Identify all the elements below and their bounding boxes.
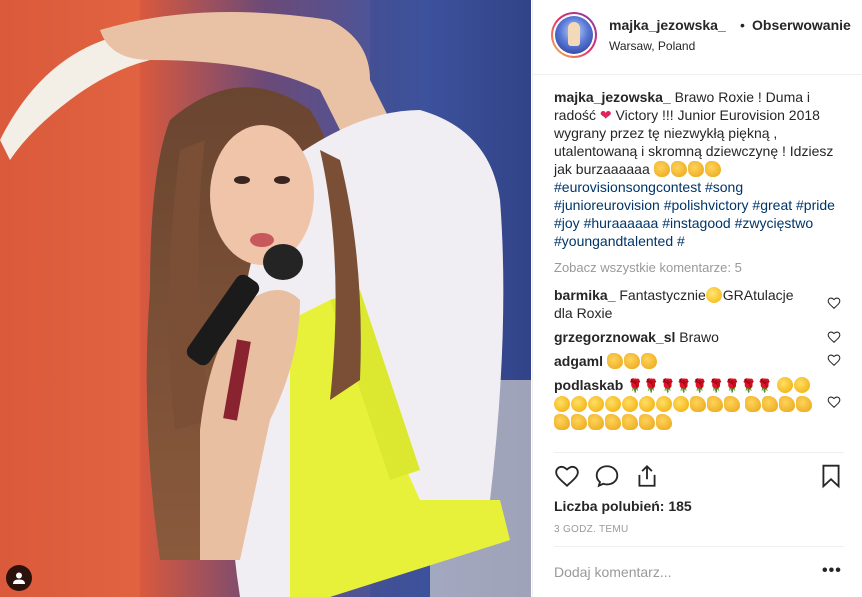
clap-emojis (653, 161, 722, 177)
red-heart-emoji: ❤ (599, 107, 612, 123)
avatar-ring (553, 14, 595, 56)
user-tag-button[interactable] (6, 565, 32, 591)
comment-item: podlaskab 🌹🌹🌹🌹🌹🌹🌹🌹🌹 (554, 376, 819, 431)
bookmark-icon[interactable] (818, 463, 844, 489)
clap-emojis (606, 353, 658, 369)
instagram-post: majka_jezowska_ • Obserwowanie Warsaw, P… (0, 0, 862, 597)
comment-username[interactable]: podlaskab (554, 377, 623, 393)
comment-text: Brawo (679, 329, 719, 345)
avatar-image (555, 16, 593, 54)
comment-item: adgaml (554, 352, 814, 370)
comment-icon[interactable] (594, 463, 620, 489)
caption-username[interactable]: majka_jezowska_ (554, 89, 671, 105)
comment-username[interactable]: grzegorznowak_sl (554, 329, 675, 345)
comment-like-heart-icon[interactable] (827, 330, 841, 344)
comment-username[interactable]: barmika_ (554, 287, 615, 303)
post-photo[interactable] (0, 0, 531, 597)
comment-username[interactable]: adgaml (554, 353, 603, 369)
follow-button[interactable]: Obserwowanie (752, 17, 851, 33)
add-comment-input[interactable]: Dodaj komentarz... (554, 564, 672, 580)
comment-item: grzegorznowak_sl Brawo (554, 328, 814, 346)
comment-input-divider (554, 546, 844, 547)
heart-icon[interactable] (554, 463, 580, 489)
comment-like-heart-icon[interactable] (827, 395, 841, 409)
actions-divider (554, 452, 844, 453)
likes-count[interactable]: Liczba polubień: 185 (554, 498, 692, 514)
more-options-button[interactable]: ••• (822, 562, 842, 580)
view-all-comments-link[interactable]: Zobacz wszystkie komentarze: 5 (554, 260, 742, 275)
photo-illustration (0, 0, 531, 597)
rose-emojis: 🌹🌹🌹🌹🌹🌹🌹🌹🌹 (627, 378, 773, 393)
post-username[interactable]: majka_jezowska_ (609, 17, 726, 33)
comment-like-heart-icon[interactable] (827, 296, 841, 310)
comment-text: Fantastycznie (619, 287, 706, 303)
post-caption: majka_jezowska_ Brawo Roxie ! Duma i rad… (554, 88, 849, 250)
post-location[interactable]: Warsaw, Poland (609, 39, 695, 53)
post-actions-bar (554, 463, 844, 491)
comment-like-heart-icon[interactable] (827, 353, 841, 367)
post-header: majka_jezowska_ • Obserwowanie Warsaw, P… (533, 0, 862, 75)
comment-item: barmika_ Fantastycznie GRAtulacje dla Rox… (554, 286, 814, 322)
separator-dot: • (740, 17, 745, 33)
caption-hashtags[interactable]: #eurovisionsongcontest #song #junioreuro… (554, 179, 835, 249)
smile-emoji (705, 287, 722, 303)
user-tag-icon (13, 572, 25, 584)
post-timestamp[interactable]: 3 GODZ. TEMU (554, 524, 629, 535)
avatar[interactable] (551, 12, 597, 58)
post-side-panel: majka_jezowska_ • Obserwowanie Warsaw, P… (532, 0, 862, 597)
share-icon[interactable] (634, 463, 660, 489)
